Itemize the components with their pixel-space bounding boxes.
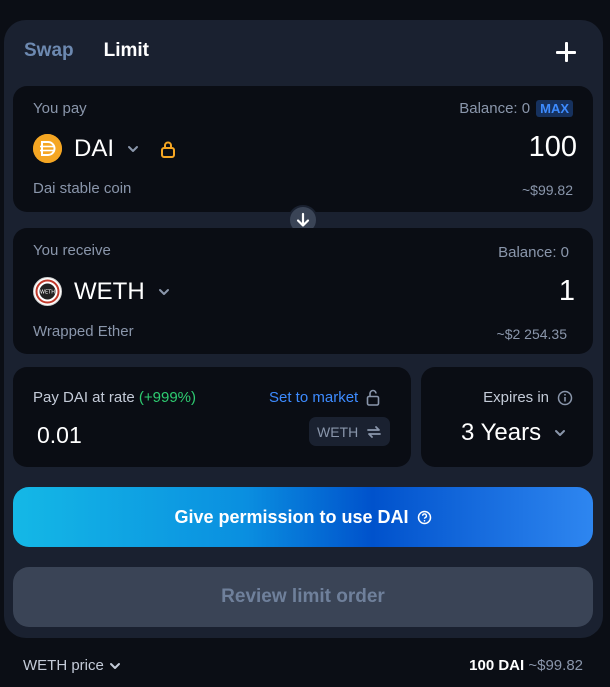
pay-amount-input[interactable]: 100 xyxy=(529,131,577,164)
give-permission-label: Give permission to use DAI xyxy=(174,506,409,527)
rate-percent: (+999%) xyxy=(138,389,197,406)
pay-token-name: DAI xyxy=(74,134,115,162)
weth-icon: WETH xyxy=(33,277,62,306)
pay-usd-value: ~$99.82 xyxy=(522,182,573,198)
pay-label: You pay xyxy=(33,100,87,117)
review-limit-order-label: Review limit order xyxy=(221,586,385,607)
give-permission-button[interactable]: Give permission to use DAI xyxy=(13,487,593,547)
help-icon xyxy=(417,510,431,524)
plus-icon[interactable] xyxy=(554,40,578,64)
tab-swap[interactable]: Swap xyxy=(24,40,74,62)
chevron-down-icon xyxy=(109,662,120,669)
rate-unit-label: WETH xyxy=(317,423,359,440)
pay-token-selector[interactable]: DAI xyxy=(33,134,176,163)
rate-unit-toggle[interactable]: WETH xyxy=(309,417,391,446)
receive-usd-value: ~$2 254.35 xyxy=(496,326,567,342)
swap-arrows-icon xyxy=(367,425,382,438)
expires-dropdown[interactable]: 3 Years xyxy=(461,419,567,447)
lock-icon xyxy=(161,141,176,158)
set-to-market-button[interactable]: Set to market xyxy=(269,389,380,406)
tab-bar: Swap Limit xyxy=(24,40,149,62)
svg-text:WETH: WETH xyxy=(40,290,55,296)
chevron-down-icon xyxy=(158,288,169,295)
expires-value: 3 Years xyxy=(461,419,542,446)
expires-label-text: Expires in xyxy=(483,389,549,406)
receive-token-selector[interactable]: WETH WETH xyxy=(33,277,171,306)
dai-icon xyxy=(33,134,62,163)
rate-input[interactable]: 0.01 xyxy=(37,422,82,449)
rate-label: Pay DAI at rate (+999%) xyxy=(33,389,196,406)
expires-label: Expires in xyxy=(483,389,573,406)
receive-label: You receive xyxy=(33,242,111,259)
pay-balance: Balance: 0 MAX xyxy=(459,100,573,117)
tab-limit[interactable]: Limit xyxy=(104,40,149,62)
chevron-down-icon xyxy=(555,430,566,436)
set-to-market-label: Set to market xyxy=(269,389,359,406)
info-icon[interactable] xyxy=(557,390,573,406)
price-value: 100 DAI ~$99.82 xyxy=(469,657,583,674)
review-limit-order-button[interactable]: Review limit order xyxy=(13,567,593,627)
max-button[interactable]: MAX xyxy=(536,100,573,117)
rate-panel: Pay DAI at rate (+999%) Set to market 0.… xyxy=(13,367,411,467)
receive-token-name: WETH xyxy=(74,277,145,305)
pay-token-fullname: Dai stable coin xyxy=(33,180,132,197)
unlock-icon xyxy=(366,389,380,406)
pay-panel: You pay Balance: 0 MAX DAI 100 Dai stable… xyxy=(13,86,593,212)
price-label: WETH price xyxy=(23,657,104,674)
rate-label-text: Pay DAI at rate xyxy=(33,389,135,406)
receive-token-fullname: Wrapped Ether xyxy=(33,323,134,340)
receive-amount-input[interactable]: 1 xyxy=(559,275,575,308)
chevron-down-icon xyxy=(128,145,139,152)
price-toggle[interactable]: WETH price xyxy=(23,657,122,674)
receive-panel: You receive Balance: 0 WETH WETH 1 Wrapp… xyxy=(13,228,593,354)
pay-balance-text: Balance: 0 xyxy=(459,100,531,117)
arrow-down-icon xyxy=(296,212,310,227)
price-usd: ~$99.82 xyxy=(528,657,583,674)
expires-panel: Expires in 3 Years xyxy=(421,367,593,467)
receive-balance: Balance: 0 xyxy=(498,244,569,261)
price-amount: 100 DAI xyxy=(469,657,525,674)
